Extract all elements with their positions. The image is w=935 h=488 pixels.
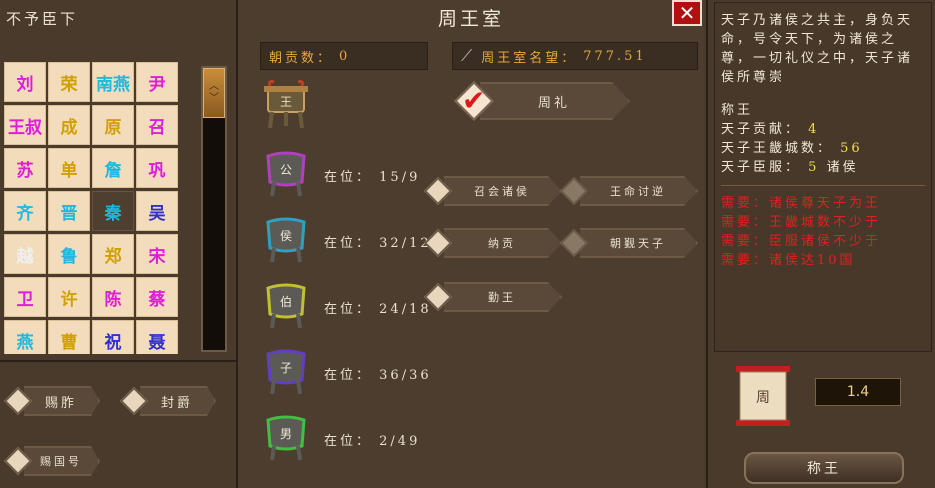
enfeoff-button[interactable]: 封爵	[119, 384, 216, 418]
state-cell[interactable]: 蔡	[136, 277, 178, 317]
state-cell[interactable]: 鲁	[48, 234, 90, 274]
prestige-value: 777.51	[583, 48, 647, 64]
state-cell[interactable]: 王叔	[4, 105, 46, 145]
scrollbar-thumb[interactable]: ︿ ﹀	[203, 68, 225, 118]
grant-title-button[interactable]: 赐国号	[3, 444, 100, 478]
state-cell[interactable]: 荣	[48, 62, 90, 102]
stat-cities: 天子王畿城数： 56	[721, 141, 863, 156]
state-cell[interactable]: 聂	[136, 320, 178, 354]
button-label: 纳贡	[444, 228, 562, 258]
requirement: 需要：诸侯达10国	[721, 253, 856, 268]
stat-tribute: 天子贡献： 4	[721, 122, 820, 137]
vessel-stat: 在位： 32/12	[324, 236, 432, 251]
vessel-glyph: 侯	[280, 229, 292, 243]
state-cell[interactable]: 秦	[92, 191, 134, 231]
state-cell[interactable]: 许	[48, 277, 90, 317]
royal-ding-icon: 王	[264, 80, 308, 129]
ding-icon: 公	[266, 151, 306, 197]
state-cell[interactable]: 单	[48, 148, 90, 188]
vessel-stat: 在位： 15/9	[324, 170, 421, 185]
tribute-value: 0	[339, 48, 351, 64]
vessel-glyph: 子	[280, 361, 292, 375]
button-label: 朝觐天子	[580, 228, 698, 258]
edict-scroll-icon: 周	[736, 366, 790, 426]
vessel-glyph: 男	[280, 427, 292, 441]
state-cell[interactable]: 陈	[92, 277, 134, 317]
sword-icon: ⟋	[461, 46, 476, 65]
punish-rebels-button[interactable]: 王命讨逆	[559, 174, 698, 208]
ding-icon: 侯	[266, 217, 306, 263]
prestige-box: ⟋ 周王室名望： 777.51	[452, 42, 698, 70]
ding-icon: 子	[266, 349, 306, 395]
button-label: 赐国号	[24, 446, 100, 476]
close-button[interactable]: ✕	[672, 0, 702, 26]
state-cell[interactable]: 成	[48, 105, 90, 145]
state-cell[interactable]: 巩	[136, 148, 178, 188]
tribute-button[interactable]: 纳贡	[423, 226, 562, 260]
divider	[0, 360, 236, 362]
states-panel: 不予臣下 刘荣南燕尹王叔成原召苏单詹巩齐晋秦吴越鲁郑宋卫许陈蔡燕曹祝聂 ︿ ﹀ 赐…	[0, 0, 238, 488]
state-cell[interactable]: 吴	[136, 191, 178, 231]
state-cell[interactable]: 刘	[4, 62, 46, 102]
ding-icon: 伯	[266, 283, 306, 329]
state-cell[interactable]: 卫	[4, 277, 46, 317]
state-cell[interactable]: 祝	[92, 320, 134, 354]
state-cell[interactable]: 苏	[4, 148, 46, 188]
state-grid: 刘荣南燕尹王叔成原召苏单詹巩齐晋秦吴越鲁郑宋卫许陈蔡燕曹祝聂	[4, 62, 180, 354]
state-cell[interactable]: 宋	[136, 234, 178, 274]
button-label: 勤王	[444, 282, 562, 312]
vessel-stat: 在位： 24/18	[324, 302, 432, 317]
royal-house-panel: 周王室 ✕ 朝贡数： 0 ⟋ 周王室名望： 777.51 王 公在位： 15/9…	[238, 0, 704, 488]
state-cell[interactable]: 曹	[48, 320, 90, 354]
state-cell[interactable]: 尹	[136, 62, 178, 102]
state-cell[interactable]: 燕	[4, 320, 46, 354]
vessel-glyph: 公	[280, 163, 292, 177]
ratio-value: 1.4	[815, 378, 901, 406]
state-cell[interactable]: 郑	[92, 234, 134, 274]
state-cell[interactable]: 召	[136, 105, 178, 145]
state-cell[interactable]: 晋	[48, 191, 90, 231]
state-cell[interactable]: 詹	[92, 148, 134, 188]
requirement: 需要：王畿城数不少于	[721, 215, 882, 230]
tribute-label: 朝贡数：	[269, 50, 334, 66]
requirement: 需要：诸侯尊天子为王	[721, 196, 882, 211]
panel-title: 不予臣下	[6, 10, 79, 28]
divider	[721, 185, 925, 186]
audience-button[interactable]: 朝觐天子	[559, 226, 698, 260]
checkmark-icon: ✔	[462, 84, 486, 117]
vessel-glyph: 王	[280, 95, 292, 109]
vessel-stat: 在位： 2/49	[324, 434, 421, 449]
state-cell[interactable]: 原	[92, 105, 134, 145]
tribute-box: 朝贡数： 0	[260, 42, 428, 70]
stat-vassals: 天子臣服： 5 诸侯	[721, 160, 859, 175]
page-title: 周王室	[437, 8, 504, 30]
zuo-button[interactable]: 赐胙	[3, 384, 100, 418]
button-label: 周礼	[480, 82, 630, 120]
summon-lords-button[interactable]: 召会诸侯	[423, 174, 562, 208]
state-cell[interactable]: 南燕	[92, 62, 134, 102]
button-label: 王命讨逆	[580, 176, 698, 206]
requirement: 需要：臣服诸侯不少于	[721, 234, 882, 249]
info-textbox: 天子乃诸侯之共主，身负天命，号令天下，为诸侯之尊，一切礼仪之中，天子诸侯所尊崇 …	[714, 2, 932, 352]
button-label: 封爵	[140, 386, 216, 416]
rescue-king-button[interactable]: 勤王	[423, 280, 562, 314]
scroll-glyph: 周	[756, 390, 770, 406]
prestige-label: 周王室名望：	[481, 50, 578, 66]
button-label: 赐胙	[24, 386, 100, 416]
button-label: 召会诸侯	[444, 176, 562, 206]
zhou-rites-button[interactable]: ✔ 周礼	[454, 81, 630, 121]
state-cell[interactable]: 越	[4, 234, 46, 274]
vessel-glyph: 伯	[280, 294, 292, 309]
description: 天子乃诸侯之共主，身负天命，号令天下，为诸侯之尊，一切礼仪之中，天子诸侯所尊崇	[721, 13, 914, 85]
ding-icon: 男	[266, 415, 306, 461]
rank-label: 称王	[721, 103, 754, 118]
confirm-button[interactable]: 称王	[744, 452, 904, 484]
state-cell[interactable]: 齐	[4, 191, 46, 231]
vessel-stat: 在位： 36/36	[324, 368, 432, 383]
